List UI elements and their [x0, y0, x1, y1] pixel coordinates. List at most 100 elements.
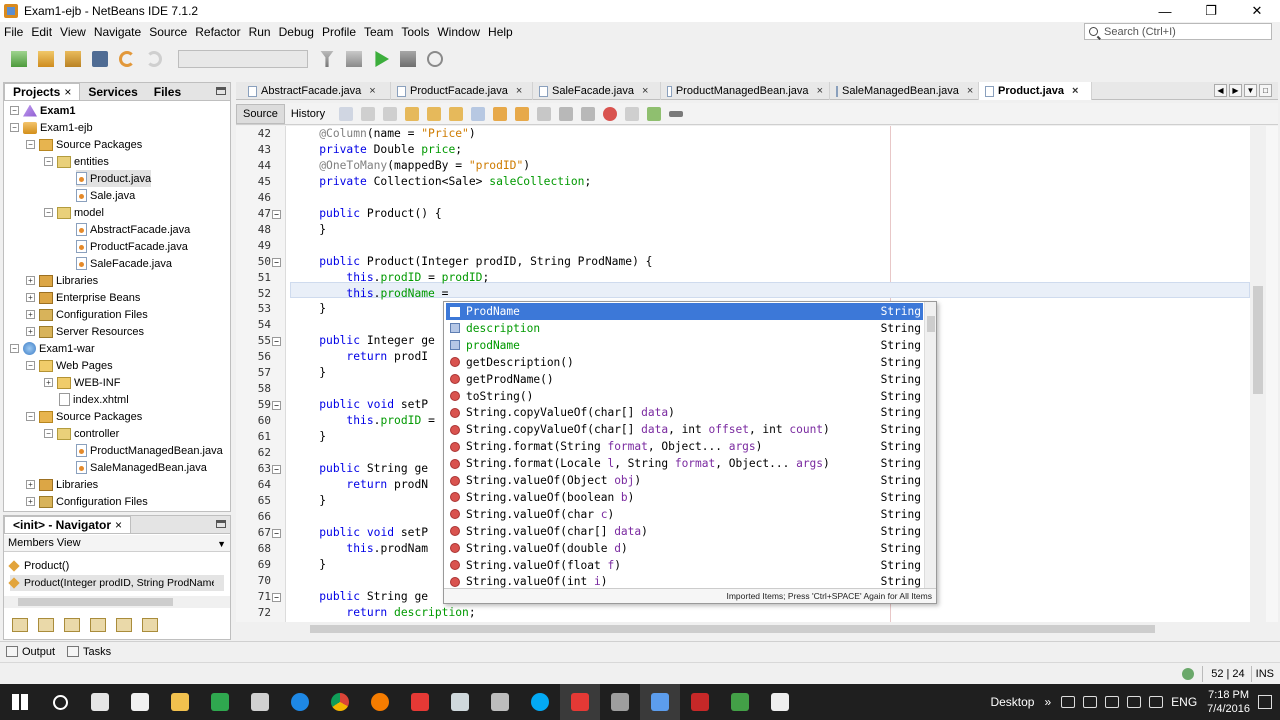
navigator-member[interactable]: Product(Integer prodID, String ProdName) — [8, 575, 224, 591]
close-icon[interactable]: × — [967, 85, 973, 97]
shift-left-icon[interactable] — [559, 106, 574, 121]
tree-node-server-resources[interactable]: + Server Resources — [26, 323, 144, 340]
code-line[interactable]: } — [292, 493, 326, 509]
clock[interactable]: 7:18 PM 7/4/2016 — [1207, 688, 1250, 716]
code-line[interactable]: } — [292, 557, 326, 573]
minimize-button[interactable]: — — [1142, 0, 1188, 22]
code-line[interactable]: this.prodName = — [292, 286, 455, 302]
build-icon[interactable] — [316, 48, 338, 70]
menu-edit[interactable]: Edit — [27, 25, 56, 39]
close-icon[interactable]: × — [642, 85, 648, 97]
code-line[interactable]: public void setP — [292, 525, 428, 541]
code-line[interactable]: public Integer ge — [292, 333, 435, 349]
collapse-icon[interactable]: − — [44, 157, 53, 166]
tree-node-sale-java[interactable]: Sale.java — [76, 187, 135, 204]
collapse-icon[interactable]: − — [26, 140, 35, 149]
taskbar-app[interactable] — [480, 684, 520, 720]
completion-item[interactable]: String.valueOf (Object obj) String — [446, 472, 923, 489]
taskbar-app[interactable] — [400, 684, 440, 720]
close-button[interactable]: ✕ — [1234, 0, 1280, 22]
show-documents-icon[interactable]: ▼ — [1244, 84, 1257, 97]
close-icon[interactable]: × — [1072, 85, 1078, 97]
code-line[interactable]: this.prodID = — [292, 413, 434, 429]
taskbar-app[interactable] — [520, 684, 560, 720]
editor-tab[interactable]: ProductFacade.java × — [391, 82, 533, 100]
close-icon[interactable]: × — [817, 85, 823, 97]
code-line[interactable]: private Collection<Sale> saleCollection; — [292, 174, 591, 190]
uncomment-icon[interactable] — [669, 110, 684, 117]
run-icon[interactable] — [370, 48, 392, 70]
configuration-combo[interactable] — [178, 50, 308, 68]
editor-vertical-scrollbar[interactable] — [1250, 126, 1266, 622]
tree-node-productfacade-java[interactable]: ProductFacade.java — [76, 238, 188, 255]
code-line[interactable]: } — [292, 429, 326, 445]
code-fold-icon[interactable]: − — [272, 209, 281, 219]
completion-item[interactable]: String.copyValueOf (char[] data, int offs… — [446, 421, 923, 438]
new-project-icon[interactable] — [35, 48, 57, 70]
menu-debug[interactable]: Debug — [275, 25, 318, 39]
expand-icon[interactable]: + — [26, 276, 35, 285]
scroll-right-icon[interactable]: ▶ — [1229, 84, 1242, 97]
output-button[interactable]: Output — [6, 646, 55, 658]
tasks-button[interactable]: Tasks — [67, 646, 111, 658]
completion-item[interactable]: prodName String — [446, 337, 923, 354]
tree-node-source-packages[interactable]: − Source Packages — [26, 408, 142, 425]
completion-item[interactable]: String.valueOf (char c) String — [446, 506, 923, 523]
code-line[interactable]: } — [292, 301, 326, 317]
code-fold-icon[interactable]: − — [272, 337, 281, 347]
filter-icon[interactable] — [12, 618, 28, 632]
taskbar-app[interactable] — [360, 684, 400, 720]
start-button[interactable] — [0, 684, 40, 720]
taskbar-app[interactable] — [600, 684, 640, 720]
menu-file[interactable]: File — [0, 25, 27, 39]
taskbar-app[interactable] — [640, 684, 680, 720]
code-line[interactable]: this.prodID = prodID; — [292, 270, 489, 286]
code-fold-icon[interactable]: − — [272, 257, 281, 267]
toggle-highlight-icon[interactable] — [471, 106, 486, 121]
tree-node-index-xhtml[interactable]: index.xhtml — [59, 391, 129, 408]
comment-icon[interactable] — [647, 106, 662, 121]
close-icon[interactable]: × — [115, 518, 122, 532]
menu-window[interactable]: Window — [433, 25, 484, 39]
redo-icon[interactable] — [143, 48, 165, 70]
expand-icon[interactable]: + — [44, 378, 53, 387]
code-line[interactable]: return prodN — [292, 477, 428, 493]
profile-icon[interactable] — [424, 48, 446, 70]
completion-item[interactable]: String.valueOf (char[] data) String — [446, 523, 923, 540]
taskbar-app[interactable] — [120, 684, 160, 720]
taskbar-app[interactable] — [560, 684, 600, 720]
tree-node-configuration-files[interactable]: + Configuration Files — [26, 306, 148, 323]
completion-item[interactable]: String.format (String format, Object... a… — [446, 438, 923, 455]
collapse-icon[interactable]: − — [10, 123, 19, 132]
volume-icon[interactable] — [1127, 696, 1142, 708]
editor-tab[interactable]: SaleManagedBean.java × — [830, 82, 979, 100]
menu-profile[interactable]: Profile — [318, 25, 360, 39]
filter-icon[interactable] — [64, 618, 80, 632]
navigator-horizontal-scrollbar[interactable] — [4, 596, 230, 608]
code-line[interactable]: public Product() { — [292, 206, 441, 222]
expand-icon[interactable]: + — [26, 497, 35, 506]
expand-icon[interactable]: + — [26, 480, 35, 489]
tree-node-exam1[interactable]: − Exam1 — [10, 102, 75, 119]
taskbar-app[interactable] — [240, 684, 280, 720]
chevron-right-icon[interactable]: » — [1044, 695, 1051, 709]
code-line[interactable]: public Product(Integer prodID, String Pr… — [292, 254, 652, 270]
completion-item[interactable]: description String — [446, 320, 923, 337]
wifi-icon[interactable] — [1149, 696, 1164, 708]
filter-icon[interactable] — [38, 618, 54, 632]
tree-node-libraries[interactable]: + Libraries — [26, 476, 98, 493]
completion-item[interactable]: ProdName String — [446, 303, 923, 320]
clean-build-icon[interactable] — [343, 48, 365, 70]
tab-navigator[interactable]: <init> - Navigator × — [4, 516, 132, 533]
code-fold-icon[interactable]: − — [272, 464, 281, 474]
input-language[interactable]: ENG — [1171, 695, 1197, 709]
code-line[interactable]: this.prodNam — [292, 541, 428, 557]
tree-node-salemanagedbean-java[interactable]: SaleManagedBean.java — [76, 459, 207, 476]
maximize-button[interactable]: ❐ — [1188, 0, 1234, 22]
open-project-icon[interactable] — [62, 48, 84, 70]
tab-source[interactable]: Source — [236, 103, 285, 124]
navigator-member[interactable]: Product() — [8, 558, 69, 574]
taskbar-app[interactable] — [280, 684, 320, 720]
tab-files[interactable]: Files — [146, 83, 189, 100]
collapse-icon[interactable]: − — [26, 412, 35, 421]
